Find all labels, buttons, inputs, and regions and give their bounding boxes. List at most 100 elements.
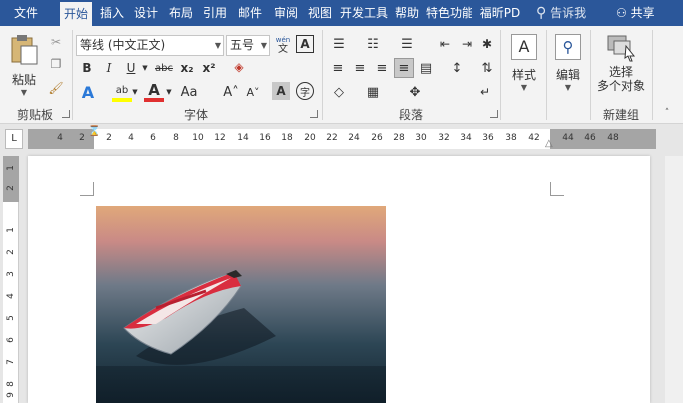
tab-references[interactable]: 引用 bbox=[199, 0, 231, 26]
crop-mark bbox=[80, 182, 94, 196]
ruler-tick-label: 2 bbox=[106, 133, 112, 143]
chevron-down-icon: ▼ bbox=[520, 83, 528, 92]
align-center-icon[interactable]: ≡ bbox=[350, 59, 370, 77]
sort-icon[interactable]: ⇅ bbox=[478, 59, 496, 77]
character-shading-button[interactable]: A bbox=[272, 82, 290, 100]
tab-view[interactable]: 视图 bbox=[304, 0, 336, 26]
tab-mailings[interactable]: 邮件 bbox=[234, 0, 266, 26]
clear-formatting-icon[interactable]: ◈ bbox=[230, 58, 248, 76]
bullets-icon[interactable]: ☰ bbox=[328, 35, 350, 53]
decrease-indent-icon[interactable]: ⇤ bbox=[436, 35, 454, 53]
show-marks-icon[interactable]: ↵ bbox=[476, 82, 494, 102]
share-button[interactable]: ⚇ 共享 bbox=[616, 0, 655, 26]
borders-icon[interactable]: ▦ bbox=[362, 82, 384, 102]
vertical-ruler-tick-label: 7 bbox=[6, 359, 16, 365]
tell-me-search[interactable]: ⚲ 告诉我 bbox=[536, 0, 586, 26]
subscript-button[interactable]: x₂ bbox=[178, 59, 196, 77]
justify-icon[interactable]: ≡ bbox=[394, 58, 414, 78]
font-color-button[interactable]: A bbox=[144, 81, 164, 102]
document-page[interactable] bbox=[28, 156, 650, 403]
select-objects-label-1: 选择 bbox=[608, 65, 633, 79]
increase-indent-icon[interactable]: ⇥ bbox=[458, 35, 476, 53]
tab-selector[interactable]: L bbox=[5, 129, 23, 149]
tab-design[interactable]: 设计 bbox=[130, 0, 162, 26]
align-right-icon[interactable]: ≡ bbox=[372, 59, 392, 77]
paragraph-group-label: 段落 bbox=[398, 108, 423, 122]
cut-icon[interactable]: ✂ bbox=[48, 34, 64, 50]
font-size-dropdown[interactable]: 五号 ▼ bbox=[226, 35, 270, 56]
change-case-button[interactable]: Aa bbox=[178, 82, 200, 102]
copy-icon[interactable]: ❐ bbox=[48, 56, 64, 72]
share-label: 共享 bbox=[630, 6, 655, 20]
grow-font-button[interactable]: A˄ bbox=[222, 82, 240, 102]
vertical-ruler-tick-label: 5 bbox=[6, 315, 16, 321]
crop-mark bbox=[550, 182, 564, 196]
paste-label: 粘贴 bbox=[11, 73, 36, 87]
chevron-down-icon: ▼ bbox=[260, 41, 267, 50]
format-painter-icon[interactable]: 🖌 bbox=[48, 80, 64, 96]
ribbon-home: 粘贴 ▼ ✂ ❐ 🖌 剪贴板 等线 (中文正文) ▼ 五号 ▼ wén 文 A … bbox=[0, 26, 683, 124]
tab-home[interactable]: 开始 bbox=[60, 2, 92, 26]
italic-button[interactable]: I bbox=[100, 59, 118, 77]
ruler-tick-label: 28 bbox=[393, 133, 405, 143]
ruler-tick-label: 32 bbox=[438, 133, 450, 143]
right-indent-marker[interactable]: △ bbox=[545, 138, 553, 149]
tab-foxit-pdf[interactable]: 福昕PD bbox=[476, 0, 524, 26]
chevron-down-icon: ▼ bbox=[564, 83, 572, 92]
shading-icon[interactable]: ◇ bbox=[328, 82, 350, 102]
paragraph-launcher-icon[interactable] bbox=[490, 110, 498, 118]
editing-label: 编辑 bbox=[555, 68, 580, 82]
font-name-dropdown[interactable]: 等线 (中文正文) ▼ bbox=[76, 35, 224, 56]
vertical-ruler-tick-label: 9 bbox=[6, 392, 16, 398]
ribbon-tab-bar: 文件 开始 插入 设计 布局 引用 邮件 审阅 视图 开发工具 帮助 特色功能 … bbox=[0, 0, 683, 26]
chinese-layout-icon[interactable]: ✱ bbox=[478, 35, 496, 53]
styles-button[interactable]: A 样式 ▼ bbox=[504, 34, 544, 104]
clipboard-launcher-icon[interactable] bbox=[62, 110, 70, 118]
chevron-down-icon[interactable]: ▼ bbox=[140, 59, 150, 77]
ruler-tick-label: 14 bbox=[237, 133, 249, 143]
tell-me-label: 告诉我 bbox=[550, 6, 587, 20]
ruler-tick-label: 36 bbox=[482, 133, 494, 143]
align-left-icon[interactable]: ≡ bbox=[328, 59, 348, 77]
numbering-icon[interactable]: ☷ bbox=[362, 35, 384, 53]
enclose-characters-button[interactable]: 字 bbox=[296, 82, 314, 100]
ruler-tick-label: 10 bbox=[192, 133, 204, 143]
new-group-label: 新建组 bbox=[602, 108, 639, 122]
ruler-tick-label: 16 bbox=[259, 133, 271, 143]
line-spacing-icon[interactable]: ↕ bbox=[446, 59, 468, 77]
styles-label: 样式 bbox=[511, 68, 536, 82]
ruler-tick-label: 26 bbox=[371, 133, 383, 143]
tab-layout[interactable]: 布局 bbox=[165, 0, 197, 26]
tab-insert[interactable]: 插入 bbox=[96, 0, 128, 26]
character-border-button[interactable]: A bbox=[296, 35, 314, 53]
chevron-down-icon[interactable]: ▼ bbox=[164, 82, 174, 102]
multilevel-list-icon[interactable]: ☰ bbox=[396, 35, 418, 53]
tab-help[interactable]: 帮助 bbox=[391, 0, 423, 26]
select-multiple-objects-button[interactable]: 选择 多个对象 bbox=[594, 34, 648, 104]
underline-button[interactable]: U bbox=[122, 59, 140, 77]
vertical-ruler-tick-label: 1 bbox=[6, 227, 16, 233]
boat-photo[interactable] bbox=[96, 206, 386, 403]
tab-review[interactable]: 审阅 bbox=[270, 0, 302, 26]
tab-special-features[interactable]: 特色功能 bbox=[426, 0, 472, 26]
strikethrough-button[interactable]: abc bbox=[152, 59, 176, 77]
distributed-icon[interactable]: ▤ bbox=[416, 59, 436, 77]
vertical-scrollbar[interactable] bbox=[665, 156, 683, 403]
text-effects-button[interactable]: A bbox=[78, 82, 98, 102]
font-launcher-icon[interactable] bbox=[310, 110, 318, 118]
tab-file[interactable]: 文件 bbox=[4, 0, 48, 26]
asian-typography-icon[interactable]: ✥ bbox=[404, 82, 426, 102]
phonetic-guide-button[interactable]: wén 文 bbox=[274, 34, 292, 56]
shrink-font-button[interactable]: A˅ bbox=[244, 82, 262, 102]
styles-icon: A bbox=[511, 34, 537, 60]
ruler-tick-label: 24 bbox=[348, 133, 360, 143]
paste-button[interactable]: 粘贴 ▼ bbox=[6, 34, 42, 97]
chevron-down-icon[interactable]: ▼ bbox=[130, 82, 140, 102]
ruler-tick-label: 22 bbox=[326, 133, 338, 143]
editing-button[interactable]: ⚲ 编辑 ▼ bbox=[548, 34, 588, 104]
bold-button[interactable]: B bbox=[78, 59, 96, 77]
highlight-color-button[interactable]: ab bbox=[112, 82, 132, 102]
superscript-button[interactable]: x² bbox=[200, 59, 218, 77]
tab-developer[interactable]: 开发工具 bbox=[339, 0, 389, 26]
collapse-ribbon-icon[interactable]: ˄ bbox=[660, 106, 674, 120]
